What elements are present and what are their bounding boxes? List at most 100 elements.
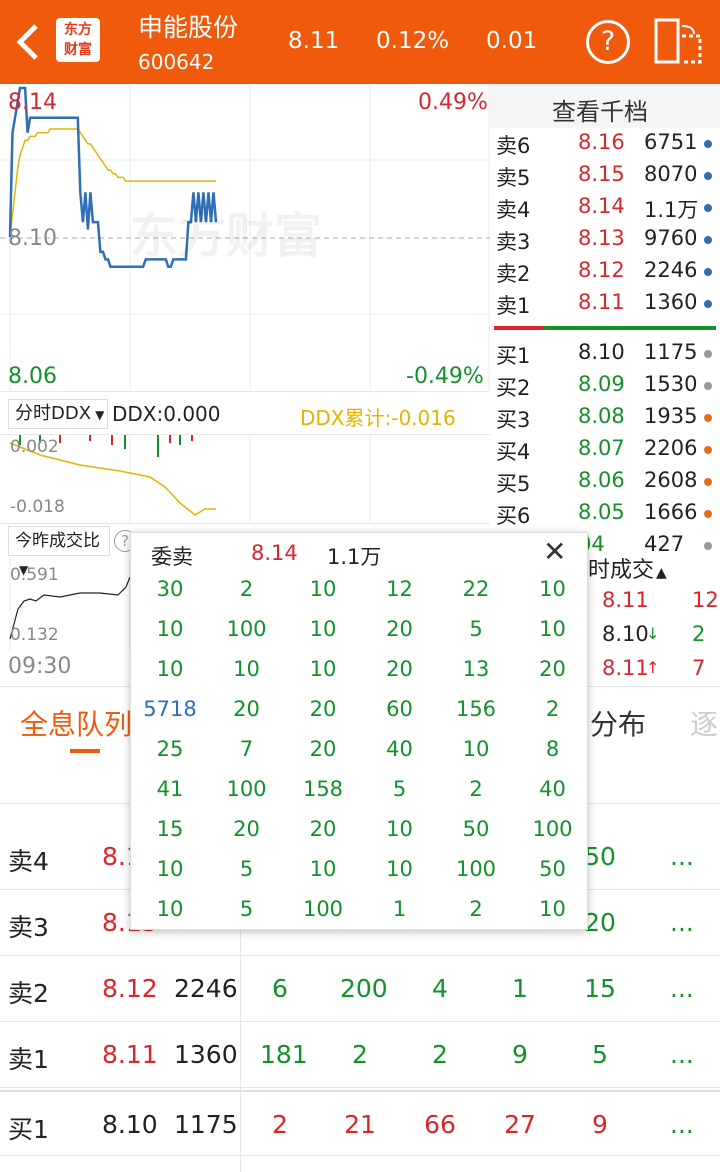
bid-row[interactable]: 买5 8.06 2608 xyxy=(494,466,720,498)
bid-dot-icon xyxy=(704,350,712,358)
queue-price: 8.12 xyxy=(102,974,158,1003)
intraday-chart[interactable]: 东方财富 8.14 0.49% 8.10 8.06 -0.49% xyxy=(0,84,490,390)
popup-order-cell: 10 xyxy=(539,617,566,641)
rotate-screen-icon[interactable] xyxy=(654,18,704,64)
trade-price: 8.11 xyxy=(602,656,649,680)
popup-volume: 1.1万 xyxy=(327,545,382,569)
ask-row[interactable]: 卖4 8.14 1.1万 xyxy=(494,192,720,224)
trade-volume: 2 xyxy=(692,622,706,646)
queue-order: 21 xyxy=(344,1110,376,1139)
ask-dot-icon xyxy=(704,236,712,244)
more-icon[interactable]: ... xyxy=(670,908,694,937)
popup-order-cell: 100 xyxy=(302,897,344,921)
popup-order-cell: 20 xyxy=(309,697,337,721)
chevron-down-icon: ▼ xyxy=(95,408,105,422)
popup-order-cell: 2 xyxy=(545,697,560,721)
ask-price: 8.12 xyxy=(578,258,625,282)
bid-label: 买2 xyxy=(496,376,531,400)
more-icon[interactable]: ... xyxy=(670,1040,694,1069)
help-icon[interactable]: ? xyxy=(586,20,630,64)
popup-order-cell: 10 xyxy=(156,857,184,881)
popup-order-cell: 7 xyxy=(239,737,254,761)
popup-order-cell: 10 xyxy=(386,817,413,841)
popup-order-cell: 10 xyxy=(309,617,337,641)
bid-dot-icon xyxy=(704,510,712,518)
popup-order-cell: 2 xyxy=(239,577,254,601)
popup-order-cell: 10 xyxy=(539,577,566,601)
ask-row[interactable]: 卖3 8.13 9760 xyxy=(494,224,720,256)
price-mid-label: 8.10 xyxy=(8,226,57,251)
popup-order-cell: 50 xyxy=(539,857,566,881)
queue-order: 5 xyxy=(592,1040,608,1069)
popup-order-cell: 30 xyxy=(156,577,184,601)
stock-name: 申能股份 xyxy=(138,13,239,42)
queue-row[interactable]: 卖2 8.12 2246 6 200 4 1 15... xyxy=(0,956,720,1022)
ask-dot-icon xyxy=(704,172,712,180)
bid-row[interactable]: 买1 8.10 1175 xyxy=(494,338,720,370)
popup-order-cell: 41 xyxy=(156,777,184,801)
popup-order-cell: 2 xyxy=(469,897,483,921)
queue-order: 2 xyxy=(432,1040,448,1069)
ask-volume: 6751 xyxy=(644,130,698,154)
popup-order-cell: 10 xyxy=(309,857,337,881)
bid-row[interactable]: 买6 8.05 1666 xyxy=(494,498,720,530)
ddx-top-label: 0.002 xyxy=(10,437,59,457)
bid-volume: 1530 xyxy=(644,372,698,396)
ddx-selector[interactable]: 分时DDX ▼ xyxy=(8,399,108,429)
queue-row[interactable]: 买1 8.10 1175 2 21 66 27 9... xyxy=(0,1090,720,1156)
top-bar: 东方 财富 申能股份 600642 8.11 0.12% 0.01 ? xyxy=(0,0,720,84)
ask-volume: 1360 xyxy=(644,290,698,314)
bid-volume: 2608 xyxy=(644,468,698,492)
bid-dot-icon xyxy=(704,446,712,454)
popup-order-cell: 20 xyxy=(233,817,260,841)
queue-order: 9 xyxy=(592,1110,608,1139)
tab-tick-partial[interactable]: 逐 xyxy=(690,703,718,743)
bid-dot-icon xyxy=(704,478,712,486)
ask-row[interactable]: 卖6 8.16 6751 xyxy=(494,128,720,160)
bid-volume: 2206 xyxy=(644,436,698,460)
more-icon[interactable]: ... xyxy=(670,974,694,1003)
bid-row[interactable]: 买2 8.09 1530 xyxy=(494,370,720,402)
ask-price: 8.16 xyxy=(578,130,625,154)
tab-full-queue[interactable]: 全息队列 xyxy=(20,703,132,743)
bid-label: 买5 xyxy=(496,472,531,496)
popup-order-cell: 40 xyxy=(386,737,413,761)
ask-row[interactable]: 卖2 8.12 2246 xyxy=(494,256,720,288)
queue-order: 6 xyxy=(272,974,288,1003)
ask-label: 卖4 xyxy=(496,198,531,222)
header-price: 8.11 xyxy=(288,28,340,54)
trade-price: 8.11 xyxy=(602,588,649,612)
ddx-value: DDX:0.000 xyxy=(112,402,221,426)
ask-price: 8.13 xyxy=(578,226,625,250)
ratio-bottom-label: 0.132 xyxy=(10,625,59,645)
ask-label: 卖3 xyxy=(496,230,531,254)
bid-label: 买3 xyxy=(496,408,531,432)
ask-row[interactable]: 卖1 8.11 1360 xyxy=(494,288,720,320)
bid-row[interactable]: 买3 8.08 1935 xyxy=(494,402,720,434)
ask-row[interactable]: 卖5 8.15 8070 xyxy=(494,160,720,192)
trades-panel: 时成交 ▲ 8.11 12 8.10 ↓ 2 8.11 ↑ 7 xyxy=(588,546,720,686)
more-icon[interactable]: ... xyxy=(670,842,694,871)
bid-row[interactable]: 买4 8.07 2206 xyxy=(494,434,720,466)
popup-order-cell: 12 xyxy=(386,577,413,601)
header-change: 0.01 xyxy=(486,28,538,54)
popup-order-cell: 20 xyxy=(309,737,337,761)
view-depth-header[interactable]: 查看千档 xyxy=(490,84,720,128)
popup-order-cell: 20 xyxy=(386,617,413,641)
trade-volume: 12 xyxy=(692,588,719,612)
queue-row[interactable]: 卖1 8.11 1360 181 2 2 9 5... xyxy=(0,1022,720,1088)
bid-price: 8.09 xyxy=(578,372,625,396)
tab-distribution[interactable]: 分布 xyxy=(590,703,646,743)
pct-high-label: 0.49% xyxy=(418,90,488,115)
bid-volume: 1175 xyxy=(644,340,698,364)
ddx-toolbar: 分时DDX ▼ DDX:0.000 DDX累计:-0.016 xyxy=(0,391,490,435)
popup-order-cell: 5 xyxy=(239,897,254,921)
back-icon[interactable] xyxy=(14,22,42,62)
popup-order-cell: 50 xyxy=(462,817,490,841)
more-icon[interactable]: ... xyxy=(670,1110,694,1139)
ddx-svg xyxy=(9,435,371,523)
close-icon[interactable]: ✕ xyxy=(543,535,566,568)
ask-volume: 9760 xyxy=(644,226,698,250)
ratio-selector[interactable]: 今昨成交比▼ xyxy=(8,526,110,577)
ddx-chart: 0.002 -0.018 xyxy=(0,435,490,523)
